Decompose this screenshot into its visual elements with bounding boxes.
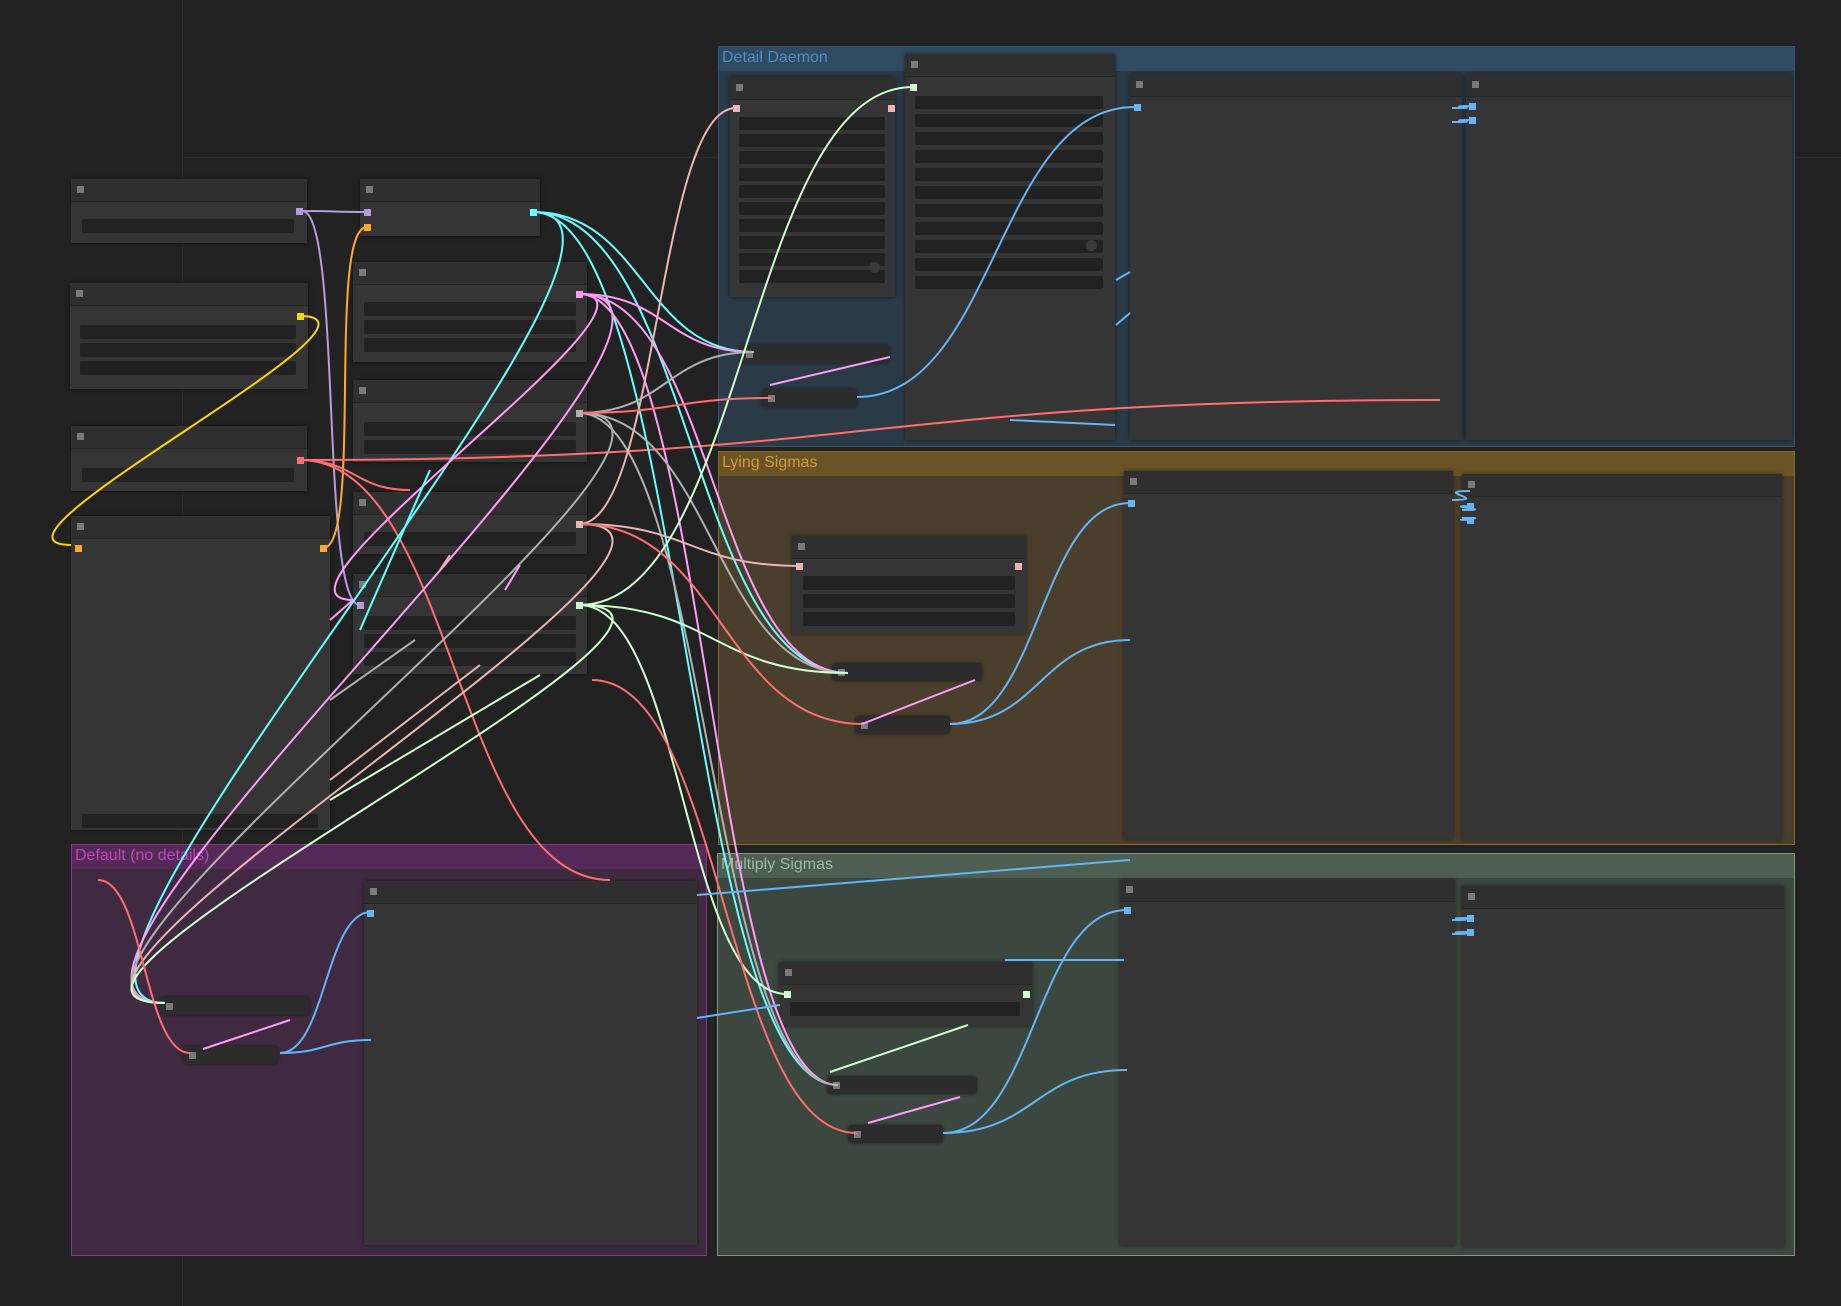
link-wire[interactable] bbox=[202, 1019, 291, 1050]
slot-square-icon[interactable] bbox=[1467, 517, 1474, 524]
slot-square-icon[interactable] bbox=[576, 521, 583, 528]
slot-square-icon[interactable] bbox=[75, 545, 82, 552]
link-wire[interactable] bbox=[578, 293, 755, 353]
link-wire[interactable] bbox=[949, 502, 1131, 725]
slot-square-icon[interactable] bbox=[576, 602, 583, 609]
link-wire[interactable] bbox=[861, 679, 976, 725]
link-wire[interactable] bbox=[1451, 490, 1471, 501]
link-wire[interactable] bbox=[333, 293, 599, 601]
slot-square-icon[interactable] bbox=[320, 545, 327, 552]
link-wire[interactable] bbox=[51, 315, 320, 546]
slot-square-icon[interactable] bbox=[1467, 915, 1474, 922]
link-wire[interactable] bbox=[578, 604, 788, 995]
slot-square-icon[interactable] bbox=[364, 209, 371, 216]
graph-canvas[interactable]: Detail Daemon Lying Sigmas Default (no d… bbox=[0, 0, 1841, 1306]
link-wire[interactable] bbox=[279, 1039, 372, 1054]
slot-square-icon[interactable] bbox=[297, 457, 304, 464]
slot-square-icon[interactable] bbox=[296, 208, 303, 215]
slot-square-icon[interactable] bbox=[530, 209, 537, 216]
link-wire[interactable] bbox=[578, 412, 839, 1086]
link-wire[interactable] bbox=[867, 1096, 961, 1124]
link-wire[interactable] bbox=[299, 459, 611, 881]
link-wire[interactable] bbox=[130, 523, 614, 1004]
link-wire[interactable] bbox=[591, 679, 858, 1134]
link-wire[interactable] bbox=[329, 674, 541, 801]
slot-square-icon[interactable] bbox=[576, 291, 583, 298]
slot-square-icon[interactable] bbox=[1124, 907, 1131, 914]
link-wire[interactable] bbox=[578, 523, 865, 725]
link-wire[interactable] bbox=[301, 210, 368, 213]
link-wire[interactable] bbox=[299, 459, 411, 491]
link-wire[interactable] bbox=[696, 859, 1131, 896]
link-wire[interactable] bbox=[1009, 419, 1116, 426]
slot-square-icon[interactable] bbox=[357, 602, 364, 609]
slot-square-icon[interactable] bbox=[364, 224, 371, 231]
slot-square-icon[interactable] bbox=[576, 410, 583, 417]
slot-square-icon[interactable] bbox=[1469, 117, 1476, 124]
link-wire[interactable] bbox=[359, 469, 431, 631]
slot-square-icon[interactable] bbox=[1128, 500, 1135, 507]
slot-square-icon[interactable] bbox=[888, 105, 895, 112]
link-wire[interactable] bbox=[532, 211, 839, 1086]
link-wire[interactable] bbox=[329, 664, 481, 781]
link-wire[interactable] bbox=[1115, 271, 1131, 281]
slot-square-icon[interactable] bbox=[367, 910, 374, 917]
link-wire[interactable] bbox=[696, 1004, 781, 1019]
wire-layer bbox=[51, 84, 1477, 1134]
link-wire[interactable] bbox=[1115, 312, 1131, 326]
slot-square-icon[interactable] bbox=[1467, 503, 1474, 510]
link-wire[interactable] bbox=[769, 356, 891, 386]
slot-square-icon[interactable] bbox=[1469, 103, 1476, 110]
slot-square-icon[interactable] bbox=[733, 105, 740, 112]
link-wire[interactable] bbox=[301, 210, 361, 606]
link-wire[interactable] bbox=[856, 106, 1136, 398]
link-wire[interactable] bbox=[942, 1069, 1128, 1134]
slot-square-icon[interactable] bbox=[796, 563, 803, 570]
link-wire[interactable] bbox=[130, 293, 614, 1004]
link-wire[interactable] bbox=[829, 1024, 969, 1073]
link-wire[interactable] bbox=[942, 909, 1128, 1134]
link-wire[interactable] bbox=[279, 911, 372, 1054]
link-wire[interactable] bbox=[949, 639, 1131, 725]
slot-square-icon[interactable] bbox=[784, 991, 791, 998]
link-wire[interactable] bbox=[439, 554, 451, 571]
slot-square-icon[interactable] bbox=[1134, 104, 1141, 111]
slot-square-icon[interactable] bbox=[1015, 563, 1022, 570]
slot-square-icon[interactable] bbox=[297, 313, 304, 320]
slot-square-icon[interactable] bbox=[1467, 929, 1474, 936]
slot-square-icon[interactable] bbox=[1023, 991, 1030, 998]
link-wire[interactable] bbox=[130, 604, 614, 1004]
link-wire[interactable] bbox=[578, 293, 849, 674]
slot-square-icon[interactable] bbox=[910, 84, 917, 91]
link-wire[interactable] bbox=[134, 211, 564, 1004]
